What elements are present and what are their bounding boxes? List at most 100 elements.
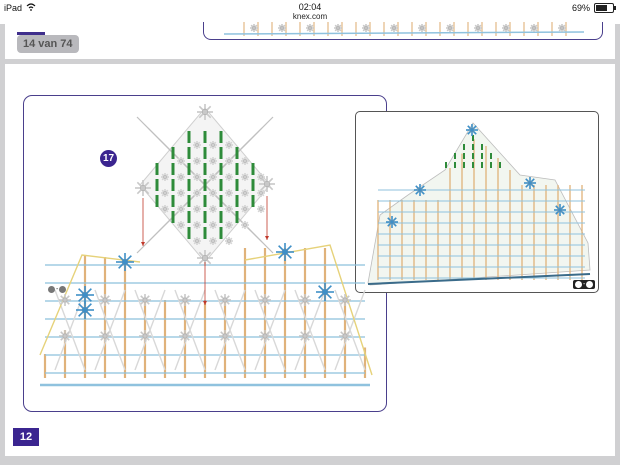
green-rod bbox=[203, 195, 207, 207]
connector-hub bbox=[281, 248, 289, 256]
connector bbox=[225, 237, 233, 245]
connector-hub bbox=[211, 223, 215, 227]
connector-hub bbox=[179, 223, 183, 227]
connector bbox=[414, 184, 426, 196]
connector-hub bbox=[227, 175, 231, 179]
connector-hub bbox=[201, 108, 208, 115]
connector-hub bbox=[211, 143, 215, 147]
preview-green-rod bbox=[481, 162, 483, 168]
connector-hub bbox=[142, 297, 148, 303]
ref-circle-icon bbox=[575, 281, 582, 288]
connector bbox=[339, 330, 351, 342]
green-rod bbox=[155, 195, 159, 207]
connector bbox=[209, 237, 217, 245]
connector-hub bbox=[321, 288, 329, 296]
connector bbox=[193, 221, 201, 229]
green-rod bbox=[203, 131, 207, 143]
connector bbox=[135, 180, 151, 196]
connector-hub bbox=[142, 333, 148, 339]
connector bbox=[209, 221, 217, 229]
connector bbox=[259, 176, 275, 192]
connector-hub bbox=[342, 297, 348, 303]
part-circle-icon bbox=[59, 286, 67, 293]
connector-hub bbox=[227, 159, 231, 163]
connector bbox=[209, 205, 217, 213]
connector bbox=[177, 173, 185, 181]
step-number-badge: 17 bbox=[100, 150, 117, 167]
page-number: 12 bbox=[13, 428, 39, 446]
connector bbox=[209, 189, 217, 197]
green-rod bbox=[203, 147, 207, 159]
green-rod bbox=[203, 227, 207, 239]
connector-hub bbox=[62, 297, 68, 303]
connector bbox=[241, 189, 249, 197]
connector-hub bbox=[243, 191, 247, 195]
connector-hub bbox=[557, 207, 563, 213]
connector bbox=[466, 124, 478, 136]
connector-hub bbox=[211, 175, 215, 179]
green-rod bbox=[187, 147, 191, 159]
connector-hub bbox=[195, 207, 199, 211]
connector-hub bbox=[227, 223, 231, 227]
preview-green-rod bbox=[499, 162, 501, 168]
green-rod bbox=[219, 147, 223, 159]
connector bbox=[225, 141, 233, 149]
connector bbox=[225, 173, 233, 181]
green-rod bbox=[171, 147, 175, 159]
green-rod bbox=[235, 195, 239, 207]
preview-outline bbox=[367, 122, 591, 286]
green-rod bbox=[155, 163, 159, 175]
connector-hub bbox=[81, 306, 89, 314]
connector-hub bbox=[163, 191, 167, 195]
connector bbox=[193, 237, 201, 245]
preview-green-rod bbox=[463, 162, 465, 168]
connector-hub bbox=[222, 333, 228, 339]
connector-hub bbox=[417, 187, 423, 193]
green-rod bbox=[251, 195, 255, 207]
green-rod bbox=[235, 179, 239, 191]
connector bbox=[193, 141, 201, 149]
connector-hub bbox=[139, 184, 146, 191]
connector bbox=[225, 221, 233, 229]
connector bbox=[177, 189, 185, 197]
connector-hub bbox=[342, 333, 348, 339]
connector-hub bbox=[163, 207, 167, 211]
connector bbox=[193, 205, 201, 213]
connector bbox=[59, 294, 71, 306]
connector bbox=[257, 189, 265, 197]
main-step-model bbox=[39, 243, 373, 387]
part-circle-icon bbox=[48, 286, 55, 293]
instruction-illustrations bbox=[39, 104, 591, 387]
connector bbox=[179, 294, 191, 306]
green-rod bbox=[171, 211, 175, 223]
part-reference: - bbox=[48, 286, 67, 293]
connector-hub bbox=[243, 159, 247, 163]
connector bbox=[193, 173, 201, 181]
connector bbox=[139, 294, 151, 306]
preview-green-rod bbox=[454, 162, 456, 168]
connector-hub bbox=[195, 175, 199, 179]
connector-hub bbox=[179, 191, 183, 195]
connector-hub bbox=[102, 297, 108, 303]
connector bbox=[219, 330, 231, 342]
connector bbox=[209, 157, 217, 165]
green-rod bbox=[171, 195, 175, 207]
preview-green-rod bbox=[472, 162, 474, 168]
connector-hub bbox=[179, 175, 183, 179]
green-rod bbox=[251, 179, 255, 191]
connector bbox=[225, 205, 233, 213]
arrow-head bbox=[265, 236, 269, 240]
connector-hub bbox=[81, 291, 89, 299]
connector-hub bbox=[195, 239, 199, 243]
connector bbox=[209, 141, 217, 149]
connector-hub bbox=[222, 297, 228, 303]
connector bbox=[276, 243, 294, 261]
green-rod bbox=[203, 163, 207, 175]
connector-hub bbox=[201, 254, 208, 261]
connector-hub bbox=[195, 223, 199, 227]
preview-green-rod bbox=[481, 153, 483, 159]
arrow-head bbox=[203, 301, 207, 305]
connector-hub bbox=[195, 159, 199, 163]
connector-hub bbox=[227, 143, 231, 147]
connector-hub bbox=[179, 207, 183, 211]
